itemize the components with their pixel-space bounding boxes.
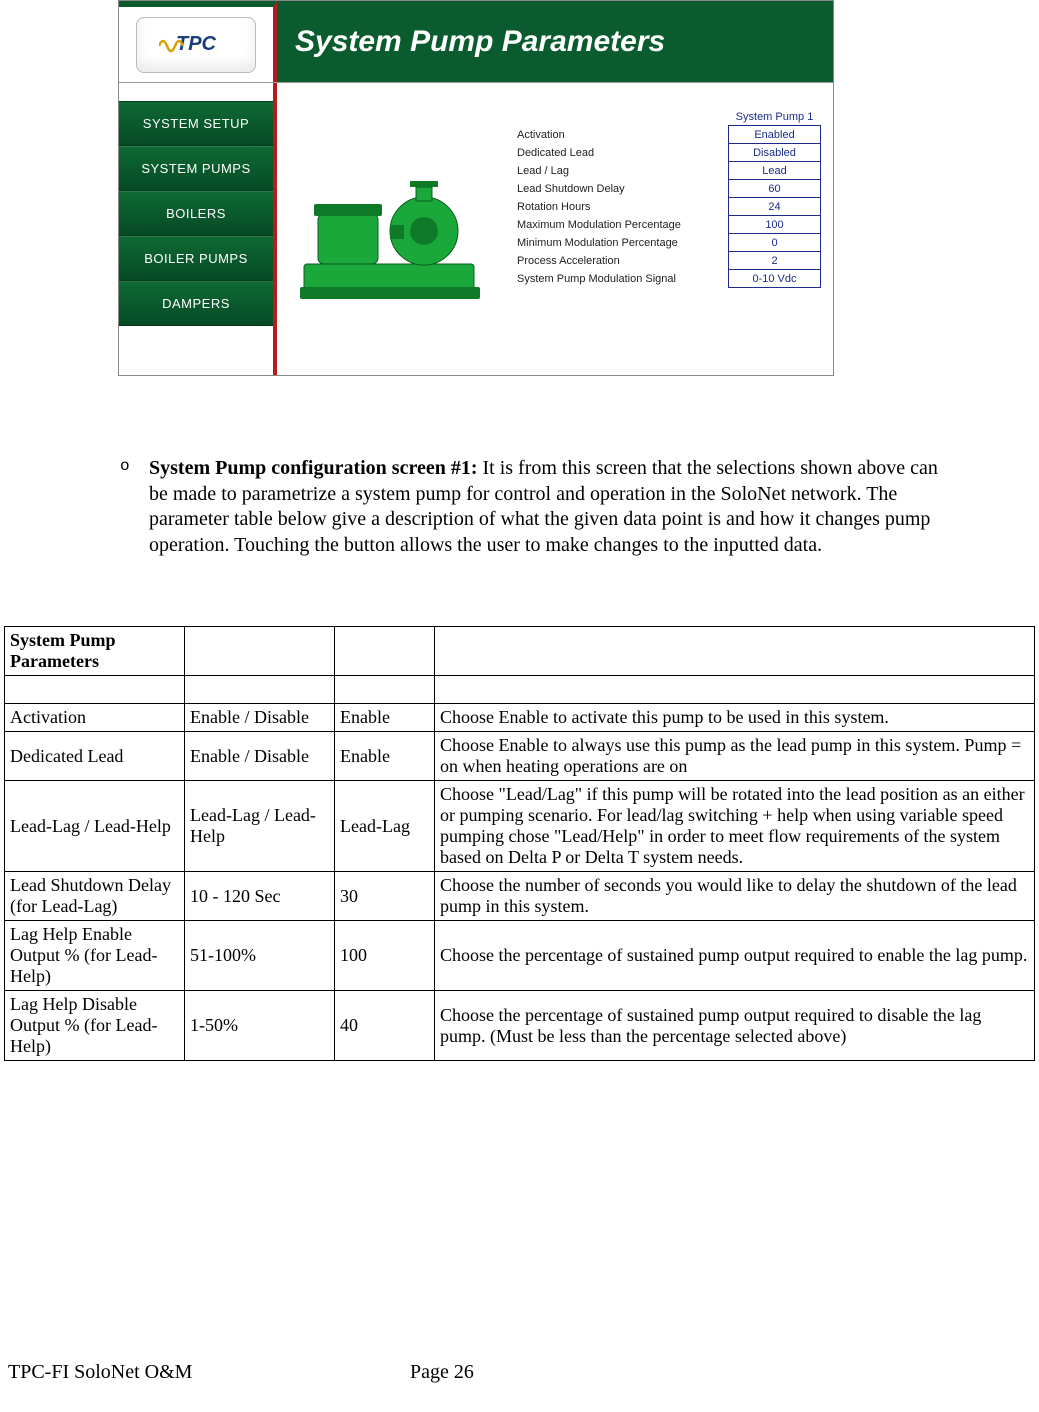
param-desc: Choose Enable to always use this pump as… [435, 732, 1035, 781]
ui-param-label: Activation [517, 126, 729, 144]
nav-boiler-pumps[interactable]: BOILER PUMPS [119, 236, 273, 281]
param-name: Activation [5, 704, 185, 732]
ui-param-panel: System Pump 1 ActivationEnabled Dedicate… [517, 111, 821, 357]
ui-sidebar: SYSTEM SETUP SYSTEM PUMPS BOILERS BOILER… [119, 83, 277, 375]
parameters-table: System Pump Parameters Activation Enable… [4, 626, 1035, 1061]
param-default: Enable [335, 732, 435, 781]
paragraph-heading: System Pump configuration screen #1: [149, 457, 478, 479]
nav-system-pumps[interactable]: SYSTEM PUMPS [119, 146, 273, 191]
ui-param-value[interactable]: 2 [729, 252, 821, 270]
nav-dampers[interactable]: DAMPERS [119, 281, 273, 326]
ui-param-label: System Pump Modulation Signal [517, 270, 729, 288]
ui-content: System Pump 1 ActivationEnabled Dedicate… [277, 83, 833, 375]
param-desc: Choose the percentage of sustained pump … [435, 991, 1035, 1061]
table-row: Dedicated Lead Enable / Disable Enable C… [5, 732, 1035, 781]
param-range: 51-100% [185, 921, 335, 991]
table-row: Lead Shutdown Delay (for Lead-Lag) 10 - … [5, 872, 1035, 921]
list-bullet: o [120, 456, 144, 476]
ui-param-value[interactable]: 0 [729, 234, 821, 252]
ui-param-value[interactable]: 100 [729, 216, 821, 234]
ui-param-label: Rotation Hours [517, 198, 729, 216]
ui-param-label: Lead / Lag [517, 162, 729, 180]
table-row [5, 676, 1035, 704]
param-name: Lag Help Enable Output % (for Lead-Help) [5, 921, 185, 991]
param-name: Dedicated Lead [5, 732, 185, 781]
param-default: 30 [335, 872, 435, 921]
param-range: Enable / Disable [185, 732, 335, 781]
table-row: System Pump Parameters [5, 627, 1035, 676]
param-default: 40 [335, 991, 435, 1061]
footer-left: TPC-FI SoloNet O&M [8, 1361, 192, 1384]
ui-param-label: Process Acceleration [517, 252, 729, 270]
param-range: 10 - 120 Sec [185, 872, 335, 921]
param-range: Enable / Disable [185, 704, 335, 732]
param-name: Lag Help Disable Output % (for Lead-Help… [5, 991, 185, 1061]
ui-body: SYSTEM SETUP SYSTEM PUMPS BOILERS BOILER… [119, 83, 833, 375]
ui-param-label: Lead Shutdown Delay [517, 180, 729, 198]
pump-icon [294, 159, 494, 309]
ui-param-label: Minimum Modulation Percentage [517, 234, 729, 252]
param-default: Enable [335, 704, 435, 732]
param-default: Lead-Lag [335, 781, 435, 872]
nav-system-setup[interactable]: SYSTEM SETUP [119, 101, 273, 146]
param-desc: Choose Enable to activate this pump to b… [435, 704, 1035, 732]
table-header-cell: System Pump Parameters [5, 627, 185, 676]
ui-param-value[interactable]: Lead [729, 162, 821, 180]
table-row: Activation Enable / Disable Enable Choos… [5, 704, 1035, 732]
pump-illustration [289, 111, 499, 357]
param-desc: Choose the percentage of sustained pump … [435, 921, 1035, 991]
ui-param-value[interactable]: 60 [729, 180, 821, 198]
ui-col-header: System Pump 1 [729, 111, 821, 126]
logo-area: TPC [119, 1, 277, 82]
param-desc: Choose "Lead/Lag" if this pump will be r… [435, 781, 1035, 872]
ui-param-value[interactable]: Disabled [729, 144, 821, 162]
embedded-ui-screenshot: TPC System Pump Parameters SYSTEM SETUP … [118, 0, 834, 376]
param-range: Lead-Lag / Lead-Help [185, 781, 335, 872]
ui-title: System Pump Parameters [277, 1, 833, 82]
footer-center: Page 26 [410, 1361, 474, 1384]
ui-param-label: Maximum Modulation Percentage [517, 216, 729, 234]
tpc-logo: TPC [136, 17, 256, 73]
param-name: Lead Shutdown Delay (for Lead-Lag) [5, 872, 185, 921]
table-row: Lead-Lag / Lead-Help Lead-Lag / Lead-Hel… [5, 781, 1035, 872]
table-row: Lag Help Disable Output % (for Lead-Help… [5, 991, 1035, 1061]
ui-param-value[interactable]: 0-10 Vdc [729, 270, 821, 288]
nav-boilers[interactable]: BOILERS [119, 191, 273, 236]
logo-wave-icon [159, 36, 187, 56]
param-default: 100 [335, 921, 435, 991]
ui-header: TPC System Pump Parameters [119, 1, 833, 83]
ui-param-value[interactable]: 24 [729, 198, 821, 216]
config-screen-paragraph: o System Pump configuration screen #1: I… [120, 456, 959, 558]
ui-param-value[interactable]: Enabled [729, 126, 821, 144]
param-name: Lead-Lag / Lead-Help [5, 781, 185, 872]
param-desc: Choose the number of seconds you would l… [435, 872, 1035, 921]
table-row: Lag Help Enable Output % (for Lead-Help)… [5, 921, 1035, 991]
ui-param-label: Dedicated Lead [517, 144, 729, 162]
page-footer: TPC-FI SoloNet O&M Page 26 [0, 1361, 1039, 1384]
param-range: 1-50% [185, 991, 335, 1061]
